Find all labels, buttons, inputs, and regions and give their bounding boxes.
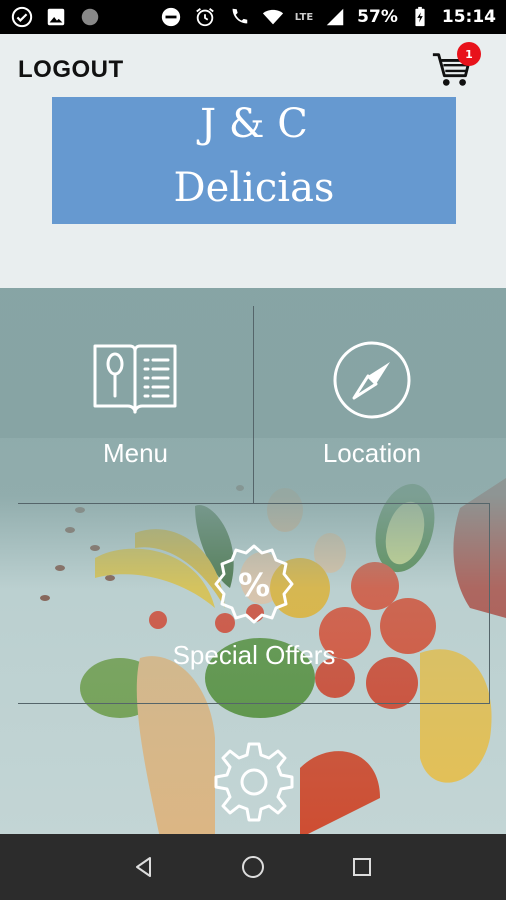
cart-count-badge: 1 xyxy=(457,42,481,66)
menu-tile[interactable]: Menu xyxy=(18,306,253,504)
location-tile[interactable]: Location xyxy=(254,306,490,504)
logout-button[interactable]: LOGOUT xyxy=(18,56,124,84)
percent-symbol: % xyxy=(238,566,270,604)
special-offers-tile-label: Special Offers xyxy=(172,640,336,670)
settings-gear-icon xyxy=(214,742,294,822)
menu-book-icon xyxy=(93,344,177,414)
back-triangle-icon xyxy=(136,857,152,877)
recents-button[interactable] xyxy=(342,847,382,887)
signal-icon xyxy=(323,5,347,29)
status-bar: LTE 57% 15:14 xyxy=(0,0,506,34)
app-header: LOGOUT 1 J & C Delicias xyxy=(0,34,506,288)
brand-logo: J & C Delicias xyxy=(52,97,456,224)
image-icon xyxy=(44,5,68,29)
battery-percent: 57% xyxy=(357,7,398,27)
dot-icon xyxy=(78,5,102,29)
home-button[interactable] xyxy=(233,847,273,887)
back-button[interactable] xyxy=(124,847,164,887)
phone-lte-icon xyxy=(227,5,251,29)
recents-square-icon xyxy=(352,858,371,876)
compass-icon xyxy=(333,341,411,419)
do-not-disturb-icon xyxy=(159,5,183,29)
wifi-icon xyxy=(261,5,285,29)
home-grid: Menu Location % Special Offers xyxy=(0,288,506,834)
discount-badge-icon: % xyxy=(214,544,294,624)
alarm-icon xyxy=(193,5,217,29)
special-offers-tile[interactable]: % Special Offers xyxy=(18,504,490,704)
logo-text-line2: Delicias xyxy=(173,165,335,211)
battery-charging-icon xyxy=(408,5,432,29)
cart-button[interactable]: 1 xyxy=(430,42,481,94)
menu-tile-label: Menu xyxy=(102,438,169,468)
system-navigation-bar xyxy=(0,834,506,900)
clock-time: 15:14 xyxy=(441,7,496,27)
logo-text-line1: J & C xyxy=(200,101,308,147)
settings-tile[interactable] xyxy=(18,704,490,834)
check-circle-icon xyxy=(10,5,34,29)
home-circle-icon xyxy=(241,856,264,878)
location-tile-label: Location xyxy=(322,438,422,468)
network-lte-label: LTE xyxy=(294,11,314,23)
